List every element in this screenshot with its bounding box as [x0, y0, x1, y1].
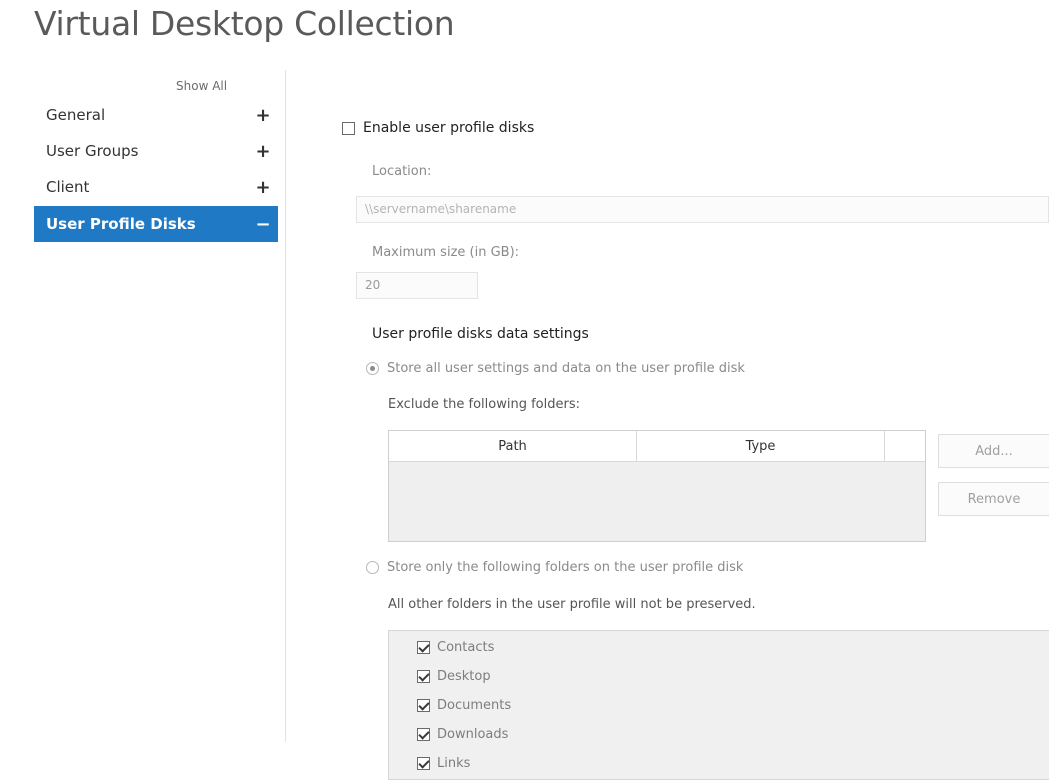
remove-button[interactable]: Remove — [938, 482, 1049, 516]
column-header-path[interactable]: Path — [389, 431, 637, 461]
add-button[interactable]: Add... — [938, 434, 1049, 468]
nav-item-label: Client — [46, 178, 90, 196]
documents-checkbox[interactable] — [417, 699, 430, 712]
list-item-desktop[interactable]: Desktop — [417, 669, 491, 684]
nav-item-label: User Groups — [46, 142, 139, 160]
contacts-checkbox[interactable] — [417, 641, 430, 654]
page-title: Virtual Desktop Collection — [34, 4, 455, 43]
folders-list: Contacts Desktop Documents Downloads Lin… — [388, 630, 1049, 780]
nav-item-label: User Profile Disks — [46, 215, 196, 233]
list-item-documents[interactable]: Documents — [417, 698, 511, 713]
folder-label: Downloads — [437, 727, 509, 742]
store-only-option[interactable]: Store only the following folders on the … — [366, 560, 743, 575]
excluded-folders-table[interactable]: Path Type — [388, 430, 926, 542]
list-item-links[interactable]: Links — [417, 756, 470, 771]
max-size-label: Maximum size (in GB): — [372, 245, 520, 260]
links-checkbox[interactable] — [417, 757, 430, 770]
nav-item-client[interactable]: Client + — [34, 169, 278, 205]
enable-label: Enable user profile disks — [363, 120, 535, 136]
store-all-label: Store all user settings and data on the … — [387, 361, 745, 376]
store-only-radio[interactable] — [366, 561, 379, 574]
exclude-label: Exclude the following folders: — [388, 397, 580, 412]
plus-icon: + — [255, 104, 271, 126]
data-settings-heading: User profile disks data settings — [372, 326, 589, 342]
minus-icon: − — [255, 213, 271, 235]
nav-item-label: General — [46, 106, 106, 124]
list-item-downloads[interactable]: Downloads — [417, 727, 508, 742]
max-size-input[interactable]: 20 — [356, 272, 478, 299]
table-header: Path Type — [389, 431, 925, 462]
column-header-blank — [885, 431, 925, 461]
show-all-link[interactable]: Show All — [176, 79, 227, 93]
nav-item-general[interactable]: General + — [34, 97, 278, 133]
column-header-type[interactable]: Type — [637, 431, 885, 461]
desktop-checkbox[interactable] — [417, 670, 430, 683]
folder-label: Links — [437, 756, 471, 771]
store-all-option[interactable]: Store all user settings and data on the … — [366, 361, 745, 376]
folder-label: Desktop — [437, 669, 491, 684]
nav-divider — [285, 70, 286, 742]
not-preserved-note: All other folders in the user profile wi… — [388, 597, 756, 612]
nav-item-user-groups[interactable]: User Groups + — [34, 133, 278, 169]
nav-item-user-profile-disks[interactable]: User Profile Disks − — [34, 206, 278, 242]
plus-icon: + — [255, 140, 271, 162]
store-only-label: Store only the following folders on the … — [387, 560, 744, 575]
enable-checkbox[interactable] — [342, 121, 355, 135]
store-all-radio[interactable] — [366, 362, 379, 375]
list-item-contacts[interactable]: Contacts — [417, 640, 494, 655]
folder-label: Contacts — [437, 640, 495, 655]
enable-user-profile-disks-row[interactable]: Enable user profile disks — [342, 120, 534, 136]
location-input[interactable]: \\servername\sharename — [356, 196, 1049, 223]
plus-icon: + — [255, 176, 271, 198]
location-label: Location: — [372, 164, 432, 179]
downloads-checkbox[interactable] — [417, 728, 430, 741]
folder-label: Documents — [437, 698, 512, 713]
